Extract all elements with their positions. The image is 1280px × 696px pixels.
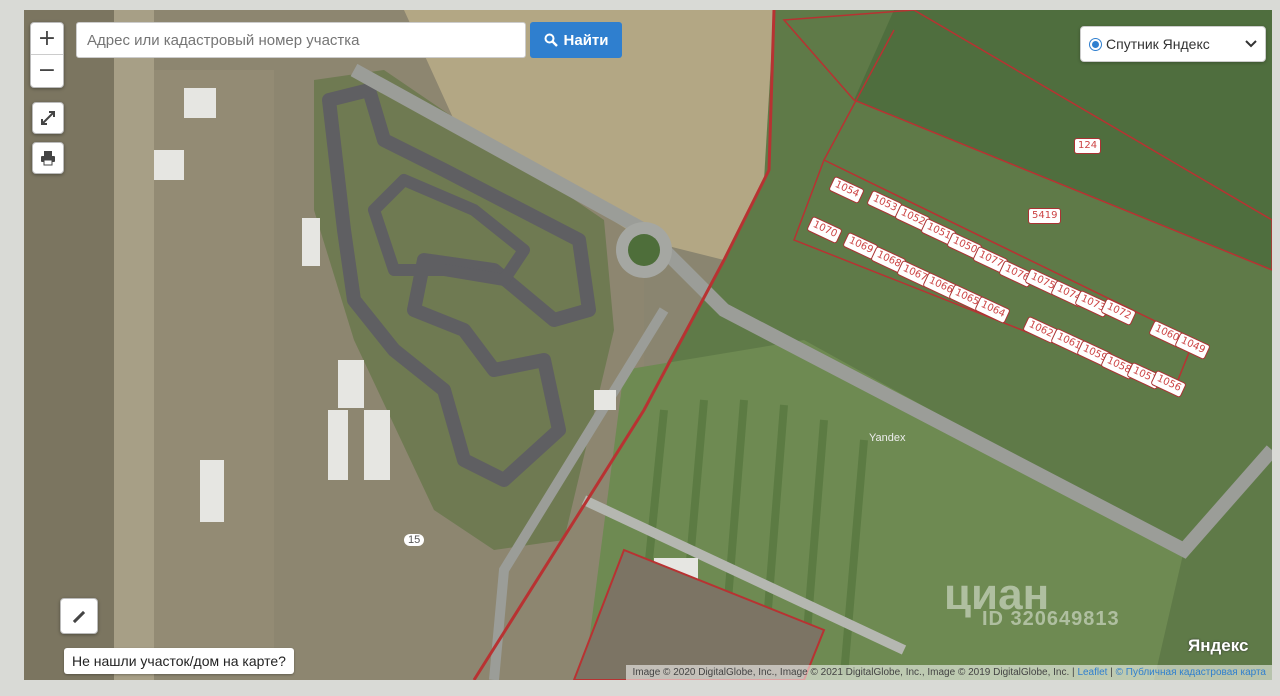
zoom-control: + −: [30, 22, 64, 88]
pencil-icon: [72, 610, 86, 624]
layer-select-value: Спутник Яндекс: [1106, 36, 1210, 52]
map-view[interactable]: + − Найти Спутник Яндекс 124 5419 1054 1…: [24, 10, 1272, 680]
printer-icon: [41, 151, 55, 166]
find-button[interactable]: Найти: [530, 22, 622, 58]
road-number-badge: 15: [404, 534, 425, 546]
radio-selected-icon: [1089, 37, 1102, 51]
draw-button[interactable]: [60, 598, 98, 634]
zoom-out-button[interactable]: −: [31, 54, 63, 86]
print-button[interactable]: [32, 142, 64, 174]
not-found-link[interactable]: Не нашли участок/дом на карте?: [64, 648, 294, 674]
fullscreen-button[interactable]: [32, 102, 64, 134]
watermark-id: ID 320649813: [982, 608, 1120, 630]
find-button-label: Найти: [563, 31, 609, 49]
expand-icon: [41, 111, 55, 125]
search-icon: [544, 33, 558, 47]
zoom-in-button[interactable]: +: [31, 23, 63, 54]
yandex-logo: Яндекс: [1188, 636, 1249, 655]
imagery-attribution: Image © 2020 DigitalGlobe, Inc., Image ©…: [632, 667, 1070, 678]
search-input[interactable]: [76, 22, 526, 58]
layer-select[interactable]: Спутник Яндекс: [1080, 26, 1266, 62]
map-place-label: Yandex: [869, 432, 906, 444]
map-attribution: Image © 2020 DigitalGlobe, Inc., Image ©…: [626, 665, 1272, 680]
plot-label[interactable]: 5419: [1028, 208, 1062, 224]
cadastral-link[interactable]: © Публичная кадастровая карта: [1116, 667, 1266, 678]
plot-label[interactable]: 124: [1074, 138, 1102, 154]
chevron-down-icon: [1245, 40, 1257, 48]
leaflet-link[interactable]: Leaflet: [1077, 667, 1107, 678]
